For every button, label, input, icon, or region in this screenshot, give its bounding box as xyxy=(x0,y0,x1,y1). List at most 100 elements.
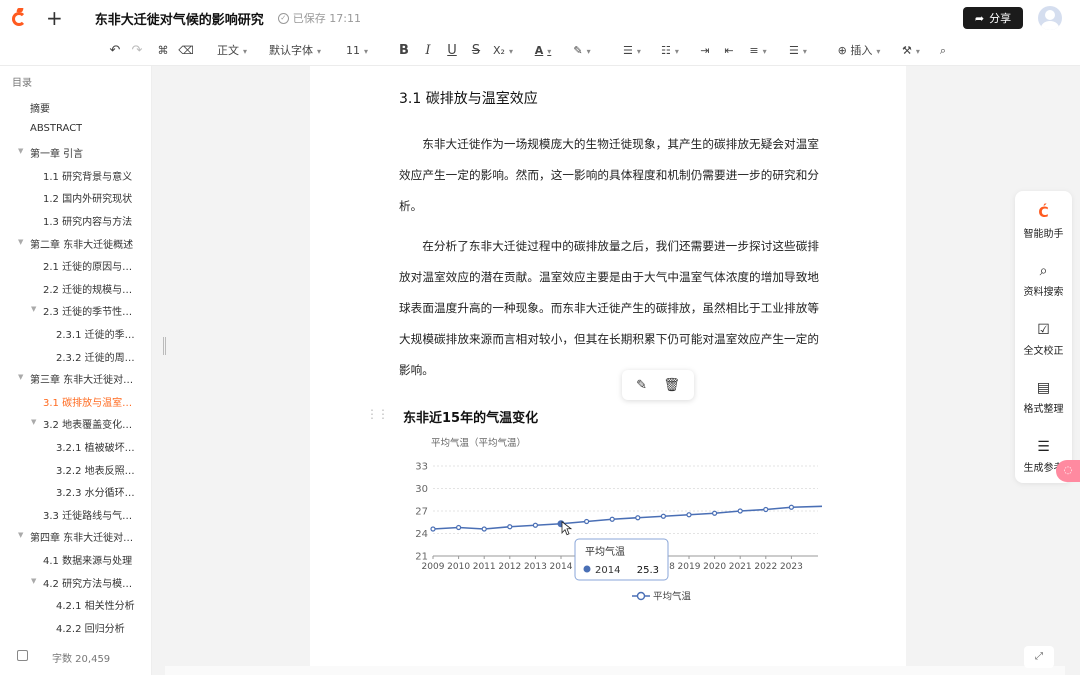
data-point xyxy=(482,527,486,531)
toc-item[interactable]: 3.2.1 植被破坏… xyxy=(56,439,135,454)
fullscreen-icon[interactable]: ⤢ xyxy=(1024,646,1054,668)
document-title[interactable]: 东非大迁徙对气候的影响研究 xyxy=(95,9,264,28)
toc-item[interactable]: 1.3 研究内容与方法 xyxy=(43,213,132,228)
search-icon: ⌕ xyxy=(1036,263,1052,279)
proofread-icon: ☑ xyxy=(1036,322,1052,338)
toc-item[interactable]: 4.2 研究方法与模… xyxy=(43,575,132,590)
find-replace-icon[interactable]: ⌕ xyxy=(934,42,952,60)
toc-item[interactable]: 2.3.2 迁徙的周… xyxy=(56,349,135,364)
toc-item[interactable]: 第二章 东非大迁徙概述 xyxy=(30,236,133,251)
subscript-button[interactable]: X₂ xyxy=(489,42,517,60)
share-icon: ➦ xyxy=(975,12,984,25)
toc-item[interactable]: 摘要 xyxy=(30,100,50,115)
chat-bubble-icon[interactable]: ◌ xyxy=(1056,460,1080,482)
toc-item[interactable]: 3.3 迁徙路线与气… xyxy=(43,507,132,522)
bold-button[interactable]: B xyxy=(395,42,413,60)
toc-collapse-icon[interactable]: ▼ xyxy=(31,418,36,426)
toc-sidebar: 目录 摘要ABSTRACT▼第一章 引言1.1 研究背景与意义1.2 国内外研究… xyxy=(0,66,152,675)
toc-item[interactable]: 2.3.1 迁徙的季… xyxy=(56,326,135,341)
x-tick-label: 2023 xyxy=(780,562,803,572)
insert-button[interactable]: ⊕ 插入 xyxy=(832,42,886,60)
toc-item[interactable]: 2.2 迁徙的规模与… xyxy=(43,281,132,296)
toc-item[interactable]: 3.2.3 水分循环… xyxy=(56,484,135,499)
strikethrough-button[interactable]: S xyxy=(467,42,485,60)
check-circle-icon: ✓ xyxy=(278,13,289,24)
toc-item[interactable]: 第三章 东非大迁徙对… xyxy=(30,371,133,386)
sidebar-resize-handle[interactable] xyxy=(163,337,166,355)
paragraph-style-select[interactable]: 正文 xyxy=(212,42,252,60)
font-size-value: 11 xyxy=(346,44,360,57)
numbered-list-icon[interactable]: ☷ xyxy=(656,42,684,60)
align-icon[interactable]: ≡ xyxy=(744,42,772,60)
new-document-icon[interactable]: + xyxy=(46,8,63,28)
toc-item[interactable]: 2.3 迁徙的季节性… xyxy=(43,303,132,318)
bullet-list-icon[interactable]: ☰ xyxy=(618,42,646,60)
data-point xyxy=(661,514,665,518)
avatar[interactable] xyxy=(1038,6,1062,30)
share-button[interactable]: ➦ 分享 xyxy=(963,7,1023,29)
highlight-color-icon[interactable]: ✎ xyxy=(568,42,596,60)
legend-label: 平均气温 xyxy=(653,591,692,603)
toc-item[interactable]: 3.1 碳排放与温室… xyxy=(43,394,132,409)
x-tick-label: 2011 xyxy=(473,562,496,572)
clear-format-icon[interactable]: ⌫ xyxy=(177,42,195,60)
data-point xyxy=(713,511,717,515)
insert-label: 插入 xyxy=(850,44,872,57)
toc-item[interactable]: 第四章 东非大迁徙对… xyxy=(30,529,133,544)
toc-item[interactable]: 3.2 地表覆盖变化… xyxy=(43,416,132,431)
data-point xyxy=(764,508,768,512)
x-tick-label: 2012 xyxy=(498,562,521,572)
toc-item[interactable]: 1.1 研究背景与意义 xyxy=(43,168,132,183)
font-size-select[interactable]: 11 xyxy=(338,42,376,60)
outdent-icon[interactable]: ⇤ xyxy=(720,42,738,60)
toc-item[interactable]: 4.2.1 相关性分析 xyxy=(56,597,135,612)
data-point xyxy=(457,526,461,530)
page-bottom-shelf xyxy=(165,666,1065,675)
word-count-icon[interactable] xyxy=(17,650,28,661)
x-tick-label: 2022 xyxy=(754,562,777,572)
data-point xyxy=(636,516,640,520)
toc-item[interactable]: 3.2.2 地表反照… xyxy=(56,462,135,477)
tooltip-title: 平均气温 xyxy=(585,545,625,558)
y-tick-label: 30 xyxy=(415,484,428,495)
top-bar: + 东非大迁徙对气候的影响研究 ✓ 已保存 17:11 ➦ 分享 xyxy=(0,0,1080,36)
tools-icon[interactable]: ⚒ xyxy=(896,42,926,60)
data-point xyxy=(738,509,742,513)
toc-collapse-icon[interactable]: ▼ xyxy=(18,531,23,539)
assistant-panel: Ć 智能助手 ⌕ 资料搜索 ☑ 全文校正 ▤ 格式整理 ☰ 生成参考 xyxy=(1015,191,1072,483)
app-logo-icon[interactable] xyxy=(12,9,28,27)
y-tick-label: 24 xyxy=(415,529,428,540)
toc-item[interactable]: ABSTRACT xyxy=(30,123,82,134)
toc-collapse-icon[interactable]: ▼ xyxy=(31,577,36,585)
document-page[interactable]: 3.1 碳排放与温室效应 东非大迁徙作为一场规模庞大的生物迁徙现象，其产生的碳排… xyxy=(310,66,906,666)
font-family-select[interactable]: 默认字体 xyxy=(264,42,326,60)
assistant-item-label: 全文校正 xyxy=(1024,346,1064,357)
assistant-item-proofread[interactable]: ☑ 全文校正 xyxy=(1015,322,1072,357)
toc-collapse-icon[interactable]: ▼ xyxy=(18,373,23,381)
italic-button[interactable]: I xyxy=(419,42,437,60)
undo-icon[interactable]: ↶ xyxy=(106,42,124,60)
redo-icon[interactable]: ↷ xyxy=(128,42,146,60)
toc-item[interactable]: 1.2 国内外研究现状 xyxy=(43,190,132,205)
data-point xyxy=(687,513,691,517)
toc-item[interactable]: 2.1 迁徙的原因与… xyxy=(43,258,132,273)
line-chart[interactable]: 平均气温（平均气温）212427303320092010201120122013… xyxy=(310,66,906,666)
assistant-item-format[interactable]: ▤ 格式整理 xyxy=(1015,380,1072,415)
toc-item[interactable]: 4.2.2 回归分析 xyxy=(56,620,125,635)
toc-collapse-icon[interactable]: ▼ xyxy=(18,238,23,246)
toc-collapse-icon[interactable]: ▼ xyxy=(31,305,36,313)
indent-icon[interactable]: ⇥ xyxy=(696,42,714,60)
orange-logo-icon: Ć xyxy=(1036,205,1052,221)
toc-collapse-icon[interactable]: ▼ xyxy=(18,147,23,155)
toc-item[interactable]: 4.1 数据来源与处理 xyxy=(43,552,132,567)
assistant-item-label: 智能助手 xyxy=(1024,229,1064,240)
assistant-item-search[interactable]: ⌕ 资料搜索 xyxy=(1015,263,1072,298)
format-painter-icon[interactable]: ⌘ xyxy=(154,42,172,60)
underline-button[interactable]: U xyxy=(443,42,461,60)
toc-item[interactable]: 第一章 引言 xyxy=(30,145,83,160)
data-point xyxy=(508,525,512,529)
font-color-button[interactable]: A xyxy=(530,42,556,60)
assistant-item-smart[interactable]: Ć 智能助手 xyxy=(1015,205,1072,240)
line-spacing-icon[interactable]: ☰ xyxy=(784,42,812,60)
save-status-text: 已保存 17:11 xyxy=(293,10,361,26)
